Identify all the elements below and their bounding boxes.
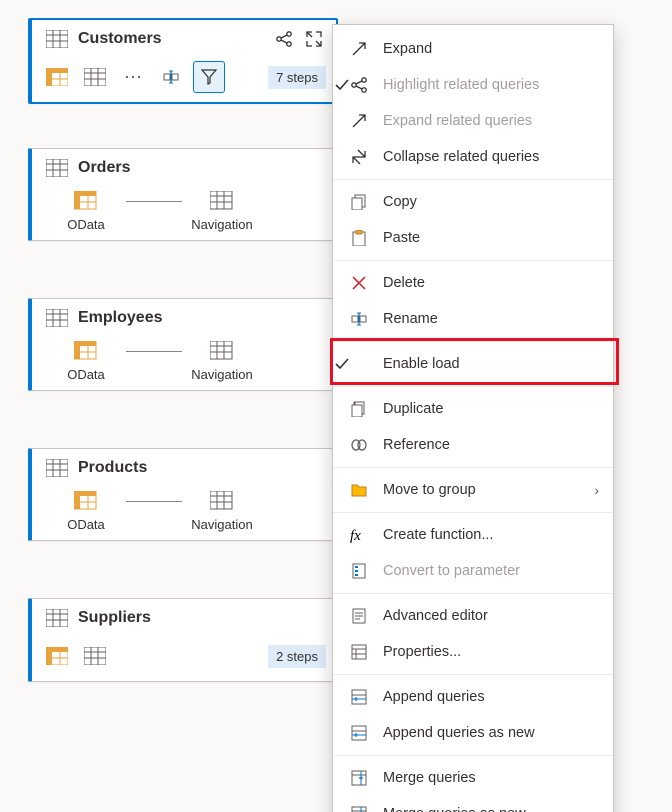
table-icon [46, 159, 68, 177]
menu-separator [333, 755, 613, 756]
fx-icon [347, 527, 371, 543]
query-card-orders[interactable]: Orders OData Navigation [28, 148, 337, 241]
step-odata[interactable]: OData [46, 491, 126, 532]
menu-collapse-related[interactable]: Collapse related queries [333, 139, 613, 175]
menu-paste[interactable]: Paste [333, 220, 613, 256]
filter-icon[interactable] [194, 62, 224, 92]
menu-convert-to-parameter[interactable]: Convert to parameter [333, 553, 613, 589]
parameter-icon [347, 563, 371, 579]
menu-separator [333, 179, 613, 180]
table-icon [46, 30, 68, 48]
menu-highlight-related[interactable]: Highlight related queries [333, 67, 613, 103]
table-icon [46, 309, 68, 327]
step-odata[interactable]: OData [46, 191, 126, 232]
rename-icon[interactable] [156, 62, 186, 92]
step-odata[interactable]: OData [46, 341, 126, 382]
menu-advanced-editor[interactable]: Advanced editor [333, 598, 613, 634]
merge-icon [347, 806, 371, 812]
menu-duplicate[interactable]: Duplicate [333, 391, 613, 427]
menu-separator [333, 260, 613, 261]
menu-separator [333, 341, 613, 342]
folder-icon [347, 482, 371, 498]
steps-badge[interactable]: 7 steps [268, 66, 326, 89]
table-orange-icon[interactable] [42, 641, 72, 671]
flow-connector [126, 501, 182, 502]
duplicate-icon [347, 401, 371, 417]
delete-icon [347, 275, 371, 291]
append-icon [347, 689, 371, 705]
menu-expand[interactable]: Expand [333, 31, 613, 67]
flow-connector [126, 351, 182, 352]
query-title: Employees [78, 309, 162, 327]
chevron-right-icon: › [594, 482, 599, 498]
flow-connector [126, 201, 182, 202]
editor-icon [347, 608, 371, 624]
query-card-suppliers[interactable]: Suppliers 2 steps [28, 598, 337, 682]
menu-copy[interactable]: Copy [333, 184, 613, 220]
table-icon [46, 609, 68, 627]
menu-move-to-group[interactable]: Move to group › [333, 472, 613, 508]
step-navigation[interactable]: Navigation [182, 341, 262, 382]
paste-icon [347, 230, 371, 246]
table-grey-icon[interactable] [80, 641, 110, 671]
query-title: Products [78, 459, 147, 477]
context-menu: Expand Highlight related queries Expand … [332, 24, 614, 812]
step-navigation[interactable]: Navigation [182, 491, 262, 532]
steps-badge[interactable]: 2 steps [268, 645, 326, 668]
query-card-employees[interactable]: Employees OData Navigation [28, 298, 337, 391]
step-navigation[interactable]: Navigation [182, 191, 262, 232]
menu-properties[interactable]: Properties... [333, 634, 613, 670]
query-title: Customers [78, 30, 162, 48]
collapse-icon [347, 149, 371, 165]
menu-separator [333, 512, 613, 513]
menu-append-queries[interactable]: Append queries [333, 679, 613, 715]
more-icon[interactable]: ⋯ [118, 62, 148, 92]
query-card-customers[interactable]: Customers ⋯ 7 steps [28, 18, 338, 104]
menu-separator [333, 467, 613, 468]
reference-icon [347, 437, 371, 453]
properties-icon [347, 644, 371, 660]
menu-separator [333, 593, 613, 594]
check-icon [327, 77, 357, 93]
table-orange-icon[interactable] [42, 62, 72, 92]
append-icon [347, 725, 371, 741]
merge-icon [347, 770, 371, 786]
copy-icon [347, 194, 371, 210]
menu-expand-related[interactable]: Expand related queries [333, 103, 613, 139]
menu-merge-queries[interactable]: Merge queries [333, 760, 613, 796]
query-title: Orders [78, 159, 130, 177]
menu-reference[interactable]: Reference [333, 427, 613, 463]
table-icon [46, 459, 68, 477]
expand-icon [347, 113, 371, 129]
menu-enable-load[interactable]: Enable load [333, 346, 613, 382]
menu-delete[interactable]: Delete [333, 265, 613, 301]
menu-separator [333, 386, 613, 387]
expand-icon [347, 41, 371, 57]
check-icon [327, 356, 357, 372]
query-title: Suppliers [78, 609, 151, 627]
menu-create-function[interactable]: Create function... [333, 517, 613, 553]
menu-merge-queries-new[interactable]: Merge queries as new [333, 796, 613, 812]
query-card-products[interactable]: Products OData Navigation [28, 448, 337, 541]
related-icon[interactable] [276, 31, 292, 47]
menu-append-queries-new[interactable]: Append queries as new [333, 715, 613, 751]
table-grey-icon[interactable] [80, 62, 110, 92]
expand-icon[interactable] [306, 31, 322, 47]
rename-icon [347, 311, 371, 327]
menu-separator [333, 674, 613, 675]
menu-rename[interactable]: Rename [333, 301, 613, 337]
